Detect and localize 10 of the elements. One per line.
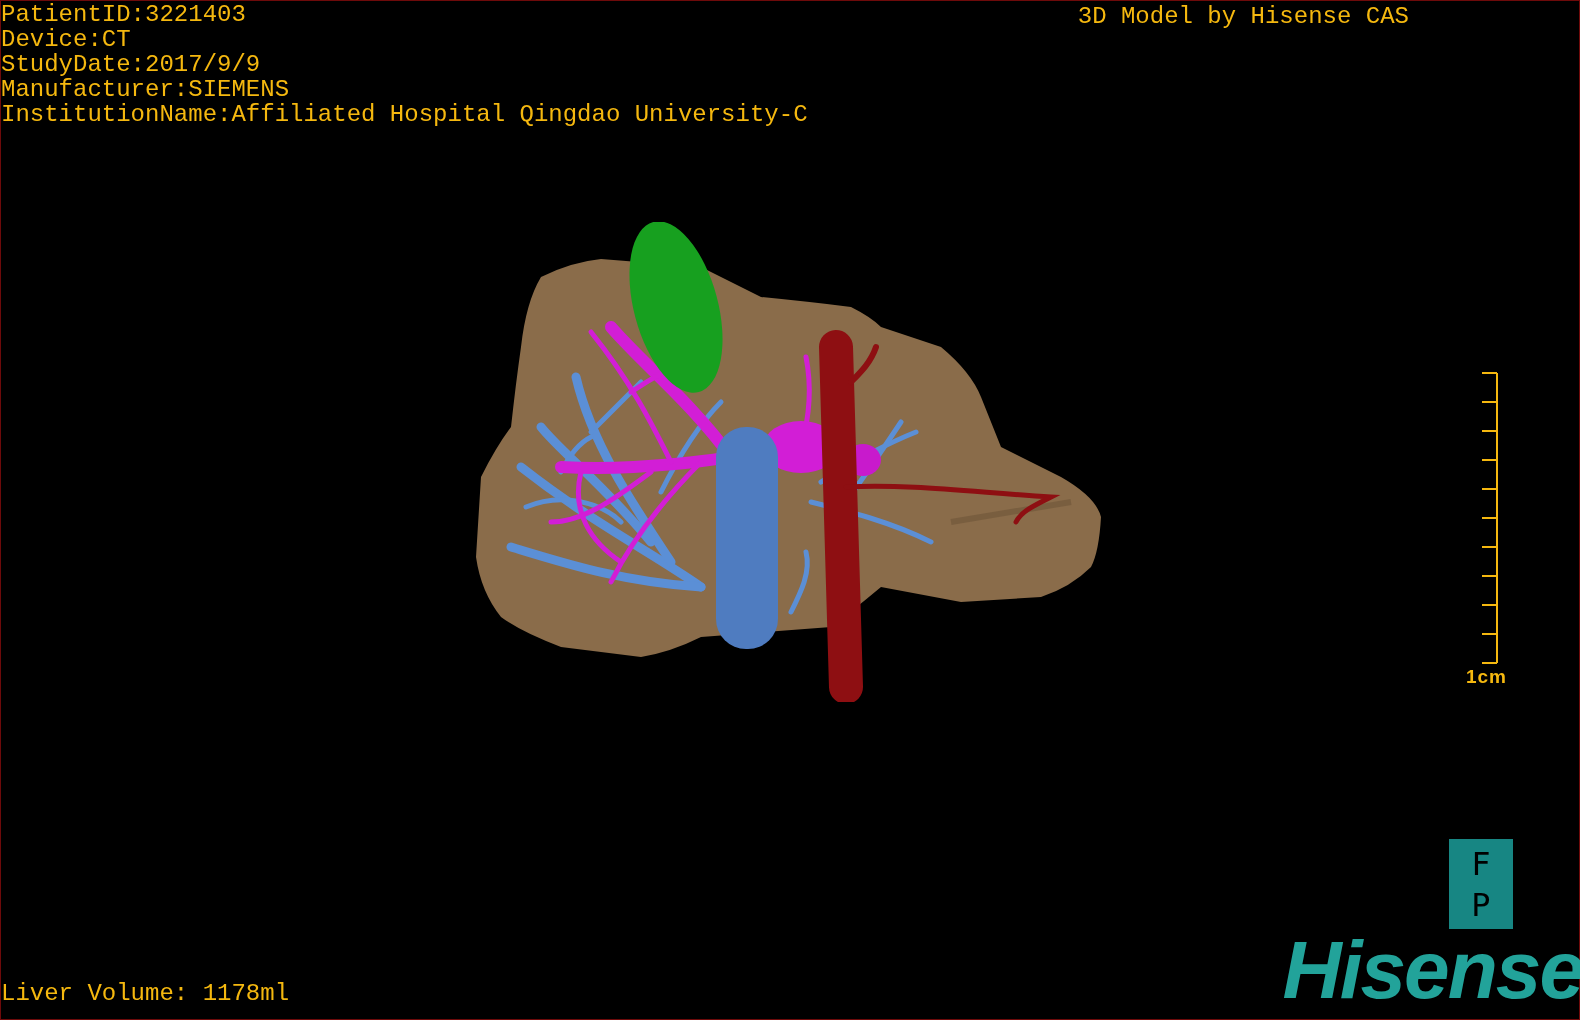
liver-volume: Liver Volume: 1178ml: [1, 981, 290, 1007]
study-info-line: PatientID:3221403: [1, 2, 247, 27]
study-info-line: InstitutionName:Affiliated Hospital Qingdao University-C: [1, 102, 808, 127]
study-info-line: Manufacturer:SIEMENS: [1, 77, 291, 102]
viewer-title: 3D Model by Hisense CAS: [1077, 4, 1409, 29]
orientation-letter: P: [1471, 887, 1491, 922]
study-info-line: Device:CT: [1, 27, 132, 52]
study-info-line: StudyDate:2017/9/9: [1, 52, 262, 77]
orientation-letter: F: [1471, 846, 1491, 881]
scale-label: 1cm: [1465, 666, 1507, 688]
